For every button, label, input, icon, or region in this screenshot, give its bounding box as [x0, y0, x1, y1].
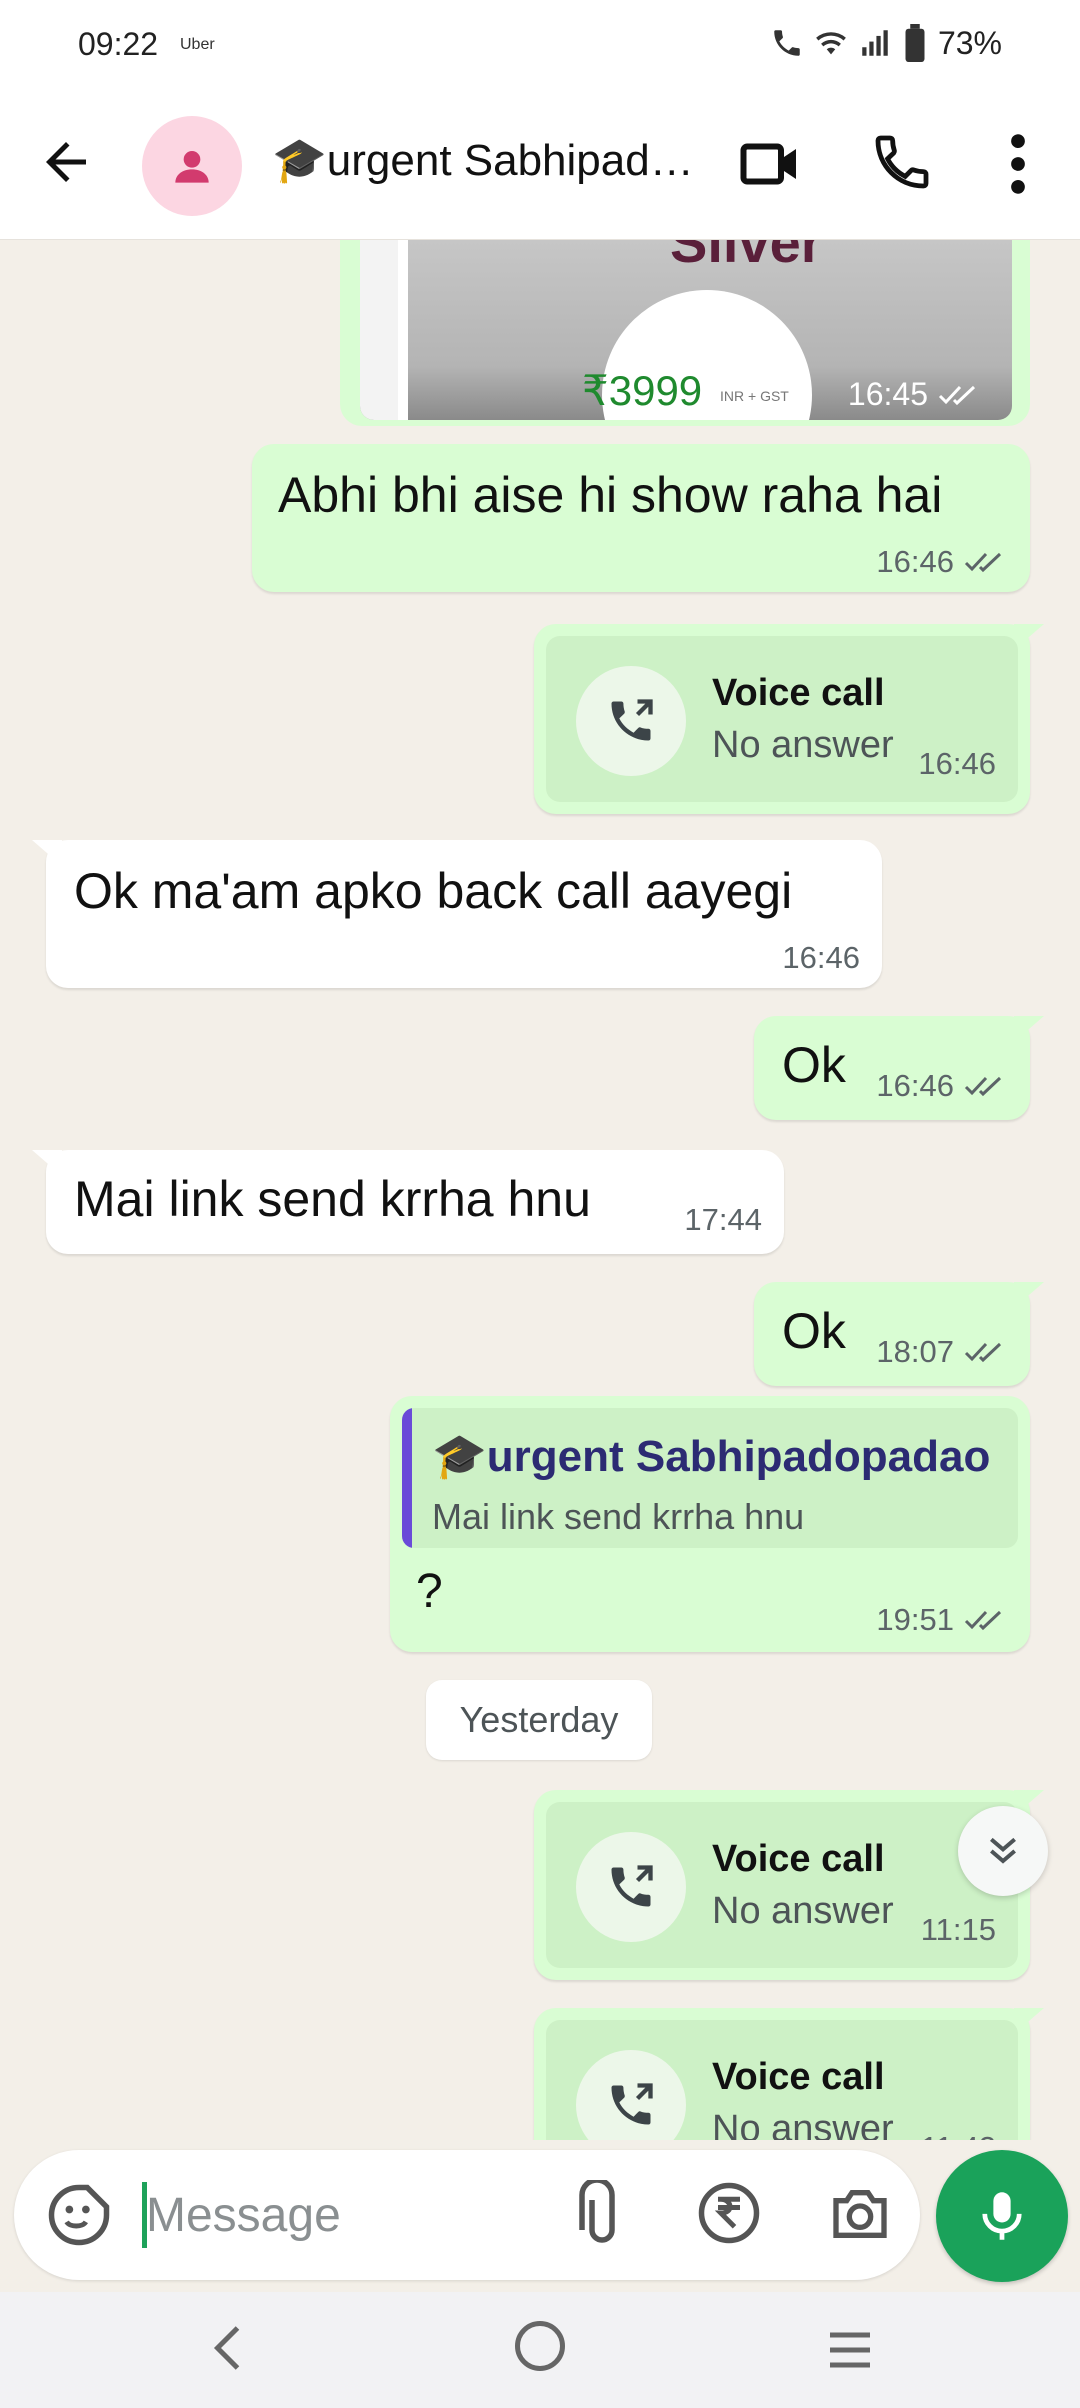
message-time: 19:51 [876, 1602, 954, 1637]
quoted-message[interactable]: 🎓urgent Sabhipadopadao Mai link send krr… [402, 1408, 1018, 1548]
call-status: No answer [712, 1890, 894, 1932]
battery-percent: 73% [937, 24, 1002, 61]
call-title: Voice call [712, 1838, 885, 1880]
voice-call-message[interactable]: Voice call No answer 11:42 [534, 2008, 1044, 2140]
message-time: 16:46 [782, 940, 860, 975]
incoming-message[interactable]: Ok ma'am apko back call aayegi 16:46 [32, 840, 882, 988]
message-list[interactable]: Silver ₹3999 INR + GST 16:45 Abhi bhi ai… [0, 240, 1080, 2140]
message-time: 11:15 [920, 1912, 996, 1947]
message-meta: 16:46 [876, 544, 1008, 580]
status-bar: 09:22 Uber 73% [0, 0, 1080, 90]
scroll-to-bottom-button[interactable] [958, 1806, 1048, 1896]
message-composer [14, 2150, 920, 2280]
quoted-sender: 🎓urgent Sabhipadopadao [432, 1432, 991, 1481]
status-icons: 73% [770, 24, 1002, 62]
message-time: 16:46 [876, 544, 954, 579]
call-status: No answer [712, 2108, 894, 2140]
mic-icon [982, 2192, 1022, 2240]
back-arrow-icon[interactable] [36, 132, 96, 192]
read-ticks-icon [964, 1610, 1002, 1631]
system-nav-bar [0, 2292, 1080, 2408]
message-text: Ok [782, 1303, 846, 1359]
outgoing-call-icon [611, 1865, 653, 1907]
message-time: 16:45 [847, 376, 928, 412]
wifi-call-icon [774, 30, 800, 56]
message-meta: 17:44 [684, 1202, 762, 1238]
call-status: No answer [712, 724, 894, 766]
message-time: 17:44 [684, 1202, 762, 1237]
message-time: 18:07 [876, 1334, 954, 1369]
message-text: Ok [782, 1037, 846, 1093]
rupee-payment-icon[interactable] [696, 2180, 762, 2246]
image-message-bubble[interactable]: Silver ₹3999 INR + GST 16:45 [340, 240, 1030, 426]
message-time: 16:46 [918, 746, 996, 781]
avatar-person-icon [175, 151, 209, 183]
message-meta: 16:45 [848, 376, 982, 413]
nav-home-icon[interactable] [510, 2316, 570, 2376]
message-text: Mai link send krrha hnu [74, 1171, 591, 1227]
call-title: Voice call [712, 2056, 885, 2098]
incoming-message[interactable]: Mai link send krrha hnu 17:44 [32, 1150, 784, 1254]
read-ticks-icon [964, 1076, 1002, 1097]
message-text: Ok ma'am apko back call aayegi [74, 863, 793, 919]
nav-back-icon[interactable] [200, 2318, 260, 2378]
nav-recents-icon[interactable] [820, 2320, 880, 2380]
date-divider: Yesterday [426, 1680, 652, 1760]
outgoing-message[interactable]: Ok 18:07 [754, 1282, 1044, 1386]
image-price-text: ₹3999 [582, 367, 703, 414]
status-time: 09:22 [78, 26, 159, 62]
phone-call-icon[interactable] [870, 130, 934, 194]
double-chevron-down-icon [990, 1837, 1016, 1864]
message-text: Abhi bhi aise hi show raha hai [278, 467, 943, 523]
read-ticks-icon [938, 385, 976, 405]
call-title: Voice call [712, 672, 885, 714]
mic-button[interactable] [936, 2150, 1068, 2282]
signal-icon [862, 30, 888, 56]
attach-icon[interactable] [572, 2180, 632, 2250]
more-vert-icon[interactable] [1000, 132, 1036, 196]
message-input[interactable] [146, 2174, 526, 2256]
message-time: 11:42 [921, 2130, 996, 2140]
wifi-icon [816, 32, 846, 55]
message-meta: 16:46 [876, 1068, 1008, 1104]
reply-message[interactable]: 🎓urgent Sabhipadopadao Mai link send krr… [390, 1396, 1030, 1652]
chat-title[interactable]: 🎓urgent Sabhipad… [272, 134, 712, 186]
video-call-icon[interactable] [738, 134, 804, 194]
avatar[interactable] [142, 116, 242, 216]
read-ticks-icon [964, 1342, 1002, 1363]
message-meta: 16:46 [782, 940, 860, 976]
quoted-text: Mai link send krrha hnu [432, 1496, 805, 1537]
image-thumbnail[interactable]: Silver ₹3999 INR + GST 16:45 [360, 240, 1012, 420]
image-caption-text: Silver [670, 240, 823, 274]
voice-call-message[interactable]: Voice call No answer 16:46 [534, 624, 1044, 814]
message-text: ? [416, 1565, 443, 1618]
read-ticks-icon [964, 552, 1002, 573]
message-time: 16:46 [876, 1068, 954, 1103]
message-meta: 19:51 [876, 1602, 1008, 1638]
outgoing-call-icon [611, 699, 653, 741]
status-notification-label: Uber [180, 36, 215, 53]
outgoing-call-icon [611, 2083, 653, 2125]
image-price-suffix: INR + GST [720, 388, 789, 404]
battery-icon [905, 24, 925, 62]
camera-icon[interactable] [828, 2182, 892, 2246]
outgoing-message[interactable]: Ok 16:46 [754, 1016, 1044, 1120]
voice-call-message[interactable]: Voice call No answer 11:15 [534, 1790, 1044, 1980]
message-meta: 18:07 [876, 1334, 1008, 1370]
outgoing-message[interactable]: Abhi bhi aise hi show raha hai 16:46 [252, 444, 1030, 592]
sticker-emoji-icon[interactable] [46, 2182, 112, 2248]
chat-header: 🎓urgent Sabhipad… [0, 90, 1080, 240]
